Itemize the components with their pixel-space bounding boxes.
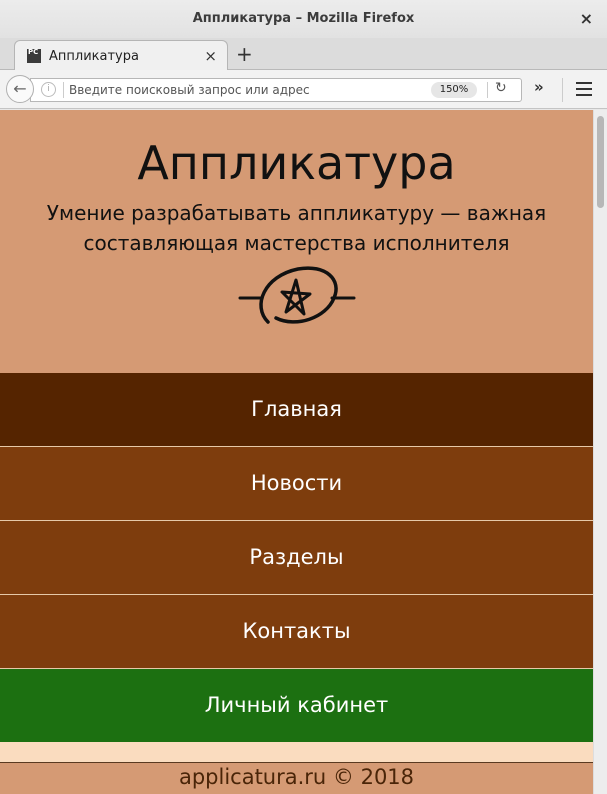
nav-item-news[interactable]: Новости	[0, 447, 593, 520]
url-input[interactable]	[69, 81, 419, 99]
url-bar[interactable]: i 150% ↻	[30, 78, 522, 102]
window-titlebar: Аппликатура – Mozilla Firefox ×	[0, 0, 607, 38]
footer-copyright: applicatura.ru © 2018	[178, 765, 415, 789]
scrollbar-thumb[interactable]	[597, 116, 604, 208]
nav-item-contacts[interactable]: Контакты	[0, 595, 593, 668]
site-subtitle: Умение разрабатывать аппликатуру — важна…	[46, 201, 547, 255]
site-info-icon[interactable]: i	[41, 82, 56, 97]
tab-strip: PC Аппликатура × +	[0, 38, 607, 71]
site-header: Аппликатура Умение разрабатывать апплика…	[0, 110, 593, 373]
overflow-chevron-icon[interactable]: »	[534, 78, 544, 96]
tab-close-icon[interactable]: ×	[204, 47, 217, 65]
urlbar-separator-2	[487, 82, 488, 98]
window-close-icon[interactable]: ×	[580, 9, 593, 28]
nav-item-home[interactable]: Главная	[0, 373, 593, 446]
page-scrollbar[interactable]	[593, 110, 607, 794]
nav-item-personal-account[interactable]: Личный кабинет	[0, 669, 593, 742]
reload-icon[interactable]: ↻	[495, 80, 507, 96]
navigation-toolbar: i 150% ↻ ← »	[0, 70, 607, 109]
window-title: Аппликатура – Mozilla Firefox	[192, 11, 415, 26]
site-footer: applicatura.ru © 2018	[0, 762, 593, 794]
zoom-level-badge[interactable]: 150%	[431, 82, 477, 98]
nav-item-sections[interactable]: Разделы	[0, 521, 593, 594]
page-viewport: Аппликатура Умение разрабатывать апплика…	[0, 110, 593, 794]
site-favicon-icon: PC	[27, 49, 41, 63]
hamburger-menu-icon[interactable]	[576, 82, 592, 100]
urlbar-separator	[63, 82, 64, 98]
site-title: Аппликатура	[137, 136, 456, 190]
back-arrow-icon[interactable]: ←	[6, 75, 34, 103]
tab-label: Аппликатура	[49, 49, 139, 64]
tab-applicatura[interactable]: PC Аппликатура ×	[14, 40, 228, 71]
toolbar-separator	[562, 78, 563, 102]
pentagram-logo-icon	[238, 266, 356, 324]
new-tab-plus-icon[interactable]: +	[236, 42, 253, 66]
